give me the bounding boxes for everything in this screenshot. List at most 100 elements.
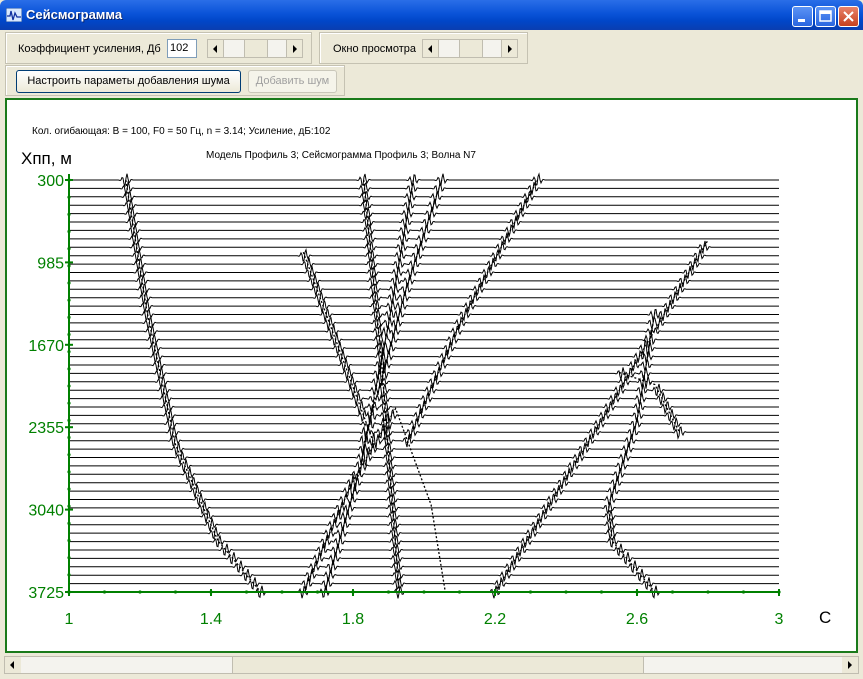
seismic-trace bbox=[69, 500, 779, 516]
view-slider[interactable] bbox=[422, 39, 518, 58]
seismic-trace bbox=[69, 180, 779, 196]
title-bar[interactable]: Сейсмограмма bbox=[0, 0, 863, 30]
scroll-right-button[interactable] bbox=[842, 657, 858, 673]
y-minor-tick bbox=[67, 367, 71, 371]
y-minor-tick bbox=[67, 538, 71, 543]
x-minor-tick bbox=[244, 590, 249, 594]
x-minor-tick bbox=[528, 590, 533, 594]
gain-slider-left-arrow[interactable] bbox=[208, 40, 224, 57]
main-window: Сейсмограмма Коэффициент усиления, Дб 10… bbox=[0, 0, 863, 679]
add-noise-button[interactable]: Добавить шум bbox=[248, 70, 337, 93]
info-line: Кол. огибающая: B = 100, F0 = 50 Гц, n =… bbox=[32, 125, 331, 137]
x-minor-tick bbox=[422, 590, 426, 594]
y-tick-label: 985 bbox=[37, 255, 64, 272]
y-minor-tick bbox=[67, 453, 71, 457]
x-minor-tick bbox=[635, 590, 639, 594]
y-tick-label: 3725 bbox=[28, 585, 64, 602]
view-slider-left-arrow[interactable] bbox=[423, 40, 439, 57]
seismic-trace bbox=[69, 323, 779, 339]
x-minor-tick bbox=[351, 590, 355, 594]
view-slider-thumb[interactable] bbox=[459, 40, 483, 57]
maximize-button[interactable] bbox=[815, 6, 836, 27]
y-minor-tick bbox=[67, 212, 71, 216]
seismic-trace bbox=[69, 189, 779, 204]
seismic-trace bbox=[69, 197, 779, 214]
noise-settings-button[interactable]: Настроить параметы добавления шума bbox=[16, 70, 241, 93]
traces-group bbox=[69, 172, 779, 599]
seismic-trace bbox=[69, 576, 779, 591]
seismogram-chart: Кол. огибающая: B = 100, F0 = 50 Гц, n =… bbox=[21, 125, 831, 628]
gain-label: Коэффициент усиления, Дб bbox=[18, 43, 161, 55]
x-tick-label: 1.8 bbox=[342, 611, 364, 628]
gain-slider-right-arrow[interactable] bbox=[286, 40, 302, 57]
x-tick-label: 1 bbox=[65, 611, 74, 628]
x-tick-label: 3 bbox=[775, 611, 784, 628]
seismic-trace bbox=[69, 550, 779, 567]
maximize-icon bbox=[819, 10, 832, 22]
y-minor-tick bbox=[67, 195, 71, 199]
x-minor-tick bbox=[706, 590, 710, 594]
seismic-trace bbox=[69, 541, 779, 557]
seismogram-plot: Кол. огибающая: B = 100, F0 = 50 Гц, n =… bbox=[5, 98, 858, 653]
y-minor-tick bbox=[67, 332, 71, 337]
gain-group: Коэффициент усиления, Дб 102 bbox=[5, 32, 312, 64]
seismic-trace bbox=[69, 273, 779, 288]
seismic-trace bbox=[69, 525, 779, 541]
seismic-trace bbox=[69, 265, 779, 280]
x-axis-label: С bbox=[819, 608, 831, 627]
scroll-thumb[interactable] bbox=[232, 657, 644, 673]
seismic-trace bbox=[69, 354, 779, 375]
y-minor-tick bbox=[67, 247, 71, 251]
gain-slider-thumb[interactable] bbox=[244, 40, 268, 57]
view-slider-right-arrow[interactable] bbox=[501, 40, 517, 57]
y-minor-tick bbox=[67, 298, 71, 302]
y-tick-label: 1670 bbox=[28, 338, 64, 355]
seismic-trace bbox=[69, 509, 779, 525]
seismic-trace bbox=[69, 307, 779, 323]
y-minor-tick bbox=[67, 384, 71, 388]
window-title: Сейсмограмма bbox=[26, 7, 123, 22]
y-minor-tick bbox=[67, 229, 71, 234]
seismic-trace bbox=[69, 248, 779, 264]
x-minor-tick bbox=[599, 590, 604, 594]
x-minor-tick bbox=[457, 590, 462, 594]
view-group: Окно просмотра bbox=[319, 32, 528, 64]
seismic-trace bbox=[69, 290, 779, 305]
seismic-trace bbox=[69, 338, 779, 357]
x-minor-tick bbox=[493, 590, 497, 594]
seismic-trace bbox=[69, 466, 779, 483]
y-minor-tick bbox=[67, 556, 71, 560]
x-minor-tick bbox=[138, 590, 142, 594]
seismic-trace bbox=[69, 314, 779, 331]
y-minor-tick bbox=[67, 315, 71, 319]
y-tick-label: 300 bbox=[37, 173, 64, 190]
gain-input[interactable]: 102 bbox=[167, 39, 197, 58]
x-minor-tick bbox=[564, 590, 568, 594]
x-tick-label: 2.6 bbox=[626, 611, 648, 628]
seismic-trace bbox=[69, 172, 779, 188]
scroll-left-button[interactable] bbox=[5, 657, 21, 673]
gain-slider[interactable] bbox=[207, 39, 303, 58]
close-icon bbox=[843, 11, 854, 22]
seismic-trace bbox=[69, 473, 779, 492]
y-minor-tick bbox=[67, 264, 71, 268]
y-minor-tick bbox=[67, 350, 71, 354]
seismic-trace bbox=[69, 256, 779, 273]
x-tick-label: 1.4 bbox=[200, 611, 222, 628]
y-minor-tick bbox=[67, 573, 71, 577]
close-button[interactable] bbox=[838, 6, 859, 27]
wavefront-line bbox=[125, 179, 262, 593]
seismic-trace bbox=[69, 214, 779, 230]
y-minor-tick bbox=[67, 470, 71, 474]
y-minor-tick bbox=[67, 521, 71, 525]
left-arrow-icon bbox=[10, 661, 14, 669]
minimize-button[interactable] bbox=[792, 6, 813, 27]
seismic-trace bbox=[69, 559, 779, 575]
x-minor-tick bbox=[102, 590, 107, 594]
y-minor-tick bbox=[67, 504, 71, 508]
horizontal-scrollbar[interactable] bbox=[4, 656, 859, 674]
right-arrow-icon bbox=[848, 661, 852, 669]
x-minor-tick bbox=[67, 590, 71, 594]
x-minor-tick bbox=[315, 590, 320, 594]
seismic-trace bbox=[69, 239, 779, 255]
